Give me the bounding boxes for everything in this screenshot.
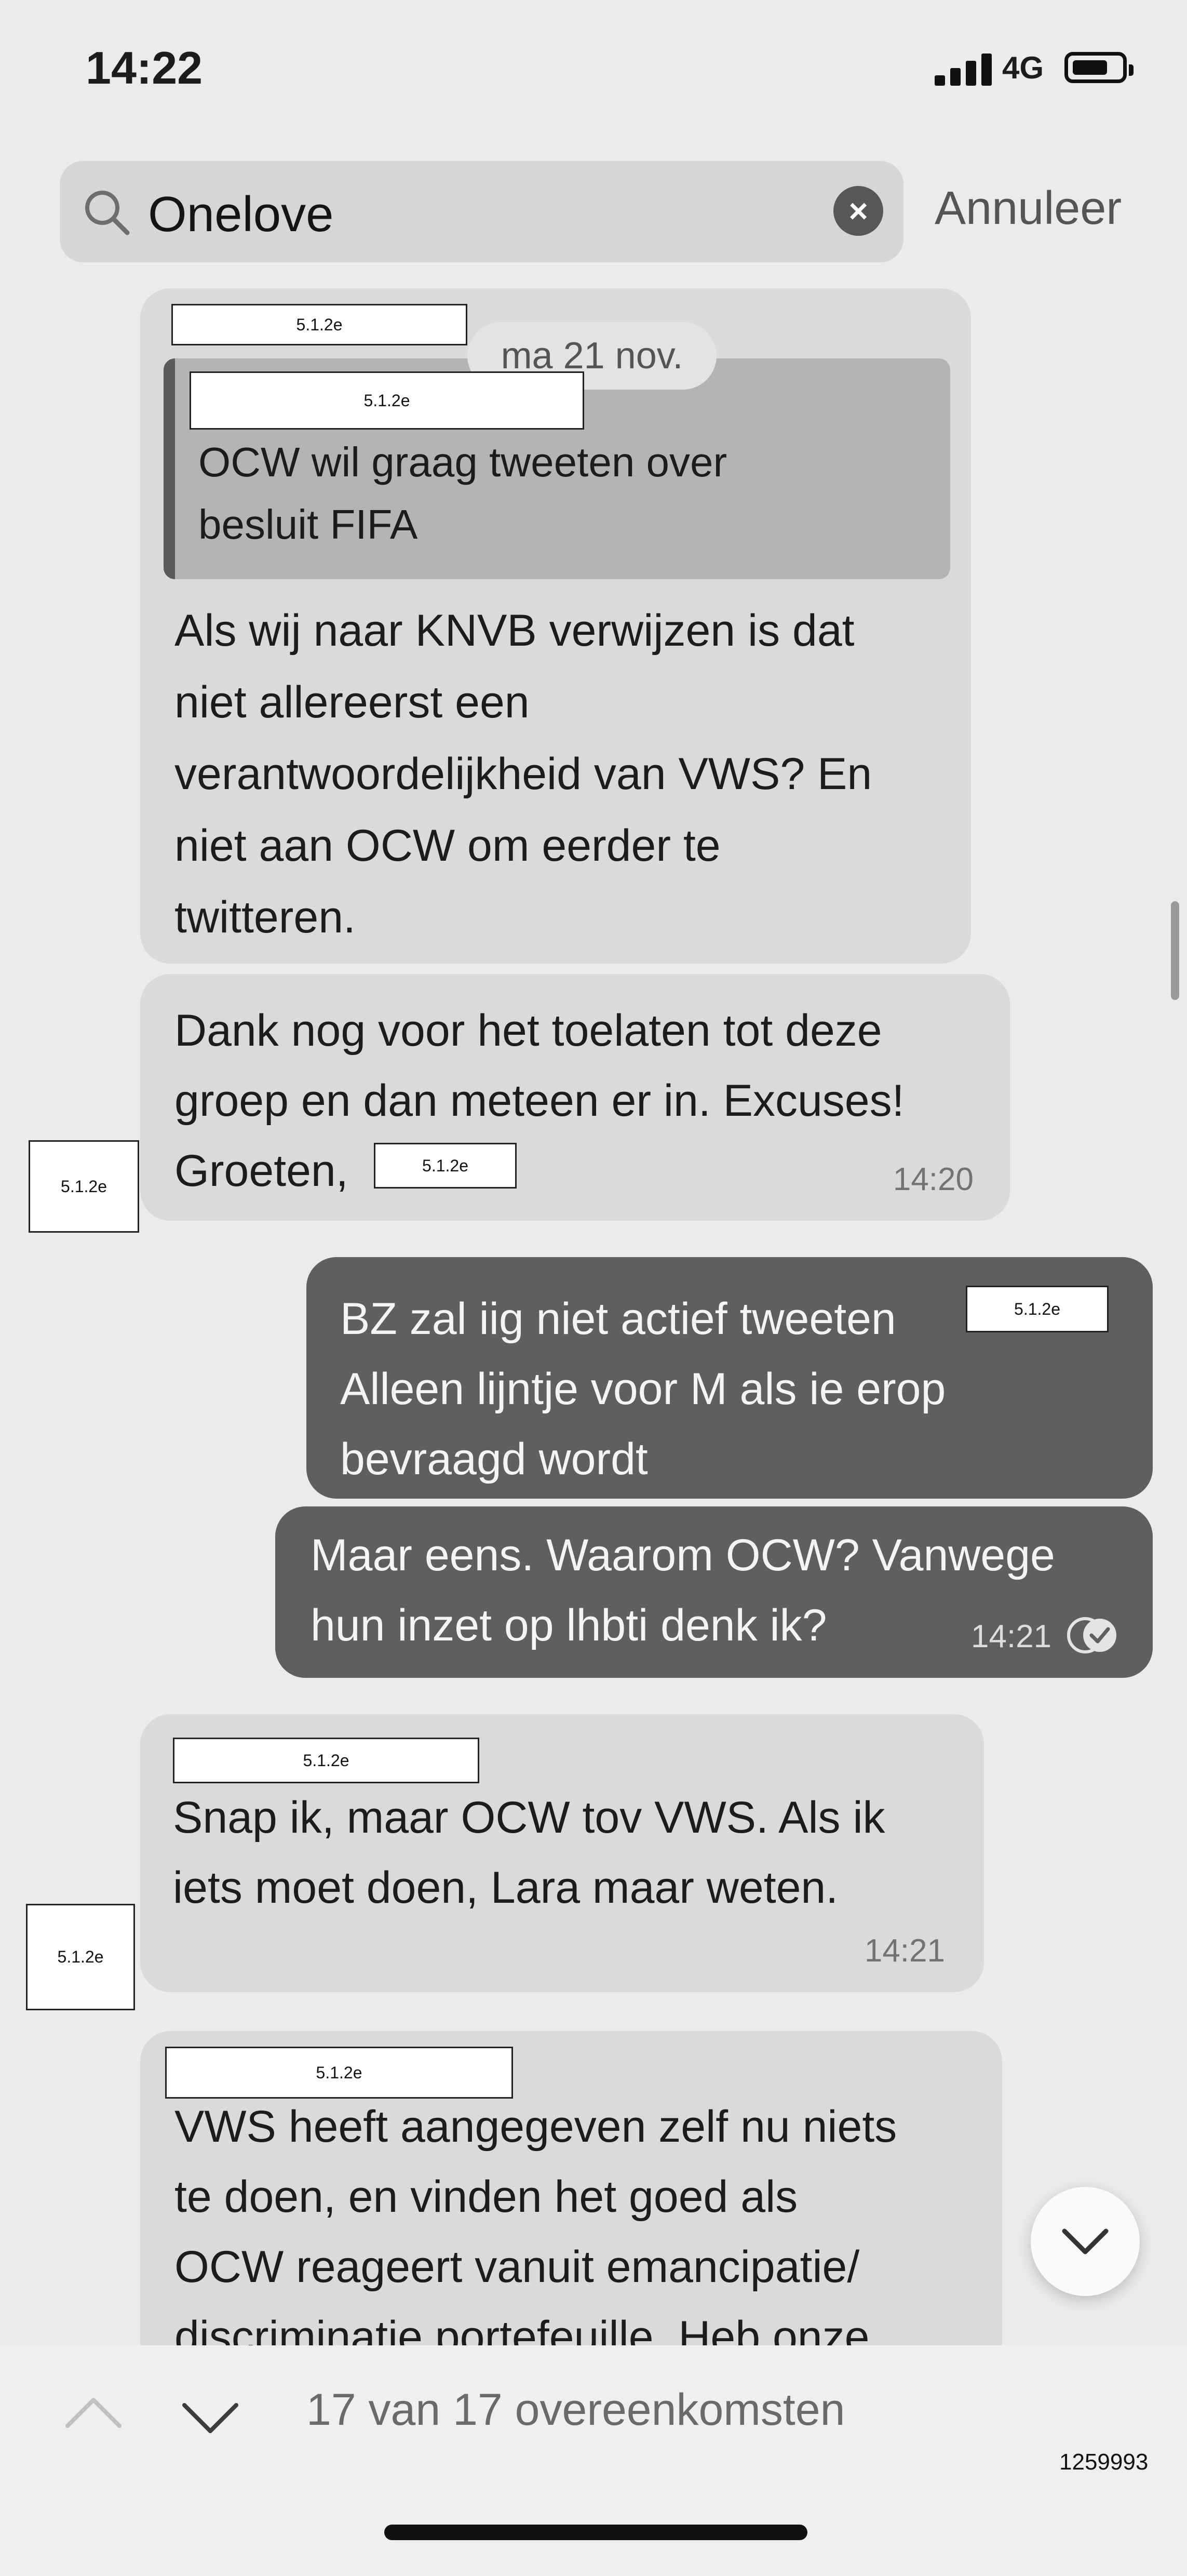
quote-line: OCW wil graag tweeten over xyxy=(198,439,727,485)
message-line: te doen, en vinden het goed als xyxy=(174,2172,798,2222)
message-line: Als wij naar KNVB verwijzen is dat xyxy=(174,606,855,656)
chevron-up-icon[interactable] xyxy=(62,2392,125,2434)
message-line: groep en dan meteen er in. Excuses! xyxy=(174,1076,905,1126)
message-line: Alleen lijntje voor M als ie erop xyxy=(340,1364,946,1414)
message-line: Dank nog voor het toelaten tot deze xyxy=(174,1006,882,1056)
avatar[interactable]: 5.1.2e xyxy=(26,1904,135,2010)
search-results-bar xyxy=(0,2345,1187,2576)
quote-line: besluit FIFA xyxy=(198,501,418,548)
message-line: VWS heeft aangegeven zelf nu niets xyxy=(174,2102,897,2152)
status-time: 14:22 xyxy=(86,42,203,94)
document-number: 1259993 xyxy=(1059,2449,1149,2475)
scroll-down-button[interactable] xyxy=(1031,2187,1140,2296)
search-icon xyxy=(85,191,130,235)
message-line: bevraagd wordt xyxy=(340,1434,648,1484)
message-line: iets moet doen, Lara maar weten. xyxy=(173,1863,839,1913)
message-bubble[interactable]: Maar eens. Waarom OCW? Vanwege hun inzet… xyxy=(275,1506,1153,1678)
redacted-sender: 5.1.2e xyxy=(171,304,467,345)
redacted-name: 5.1.2e xyxy=(374,1143,517,1189)
message-bubble[interactable]: BZ zal iig niet actief tweeten Alleen li… xyxy=(306,1257,1153,1499)
redacted-quote-author: 5.1.2e xyxy=(190,371,584,430)
scrollbar[interactable] xyxy=(1171,901,1179,1000)
read-receipt-icon xyxy=(1067,1617,1116,1653)
message-line: Groeten, xyxy=(174,1146,348,1196)
message-bubble[interactable]: 5.1.2e Snap ik, maar OCW tov VWS. Als ik… xyxy=(140,1714,984,1992)
message-line: OCW reageert vanuit emancipatie/ xyxy=(174,2242,860,2292)
search-input[interactable]: Onelove xyxy=(148,186,334,243)
message-line: verantwoordelijkheid van VWS? En xyxy=(174,749,872,799)
message-line: niet allereerst een xyxy=(174,677,530,727)
home-indicator[interactable] xyxy=(384,2525,807,2540)
network-type: 4G xyxy=(1002,50,1044,85)
signal-icon xyxy=(935,52,994,86)
message-time: 14:20 xyxy=(893,1162,974,1197)
avatar[interactable]: 5.1.2e xyxy=(29,1140,139,1233)
battery-icon xyxy=(1064,52,1134,83)
cancel-button[interactable]: Annuleer xyxy=(935,182,1122,235)
message-line: twitteren. xyxy=(174,892,356,942)
message-line: Maar eens. Waarom OCW? Vanwege xyxy=(311,1530,1055,1580)
redacted-sender: 5.1.2e xyxy=(173,1738,479,1783)
message-bubble[interactable]: Dank nog voor het toelaten tot deze groe… xyxy=(140,974,1010,1221)
match-count: 17 van 17 overeenkomsten xyxy=(306,2385,845,2435)
message-line: Snap ik, maar OCW tov VWS. Als ik xyxy=(173,1793,885,1843)
message-time: 14:21 xyxy=(864,1933,945,1969)
clear-icon[interactable]: × xyxy=(833,186,883,236)
message-line: niet aan OCW om eerder te xyxy=(174,821,721,871)
message-time: 14:21 xyxy=(971,1619,1052,1654)
redacted-name: 5.1.2e xyxy=(966,1286,1109,1332)
chevron-down-icon[interactable] xyxy=(179,2397,241,2439)
chevron-down-icon xyxy=(1062,2228,1109,2254)
message-line: hun inzet op lhbti denk ik? xyxy=(311,1600,827,1650)
message-line: BZ zal iig niet actief tweeten xyxy=(340,1294,896,1344)
